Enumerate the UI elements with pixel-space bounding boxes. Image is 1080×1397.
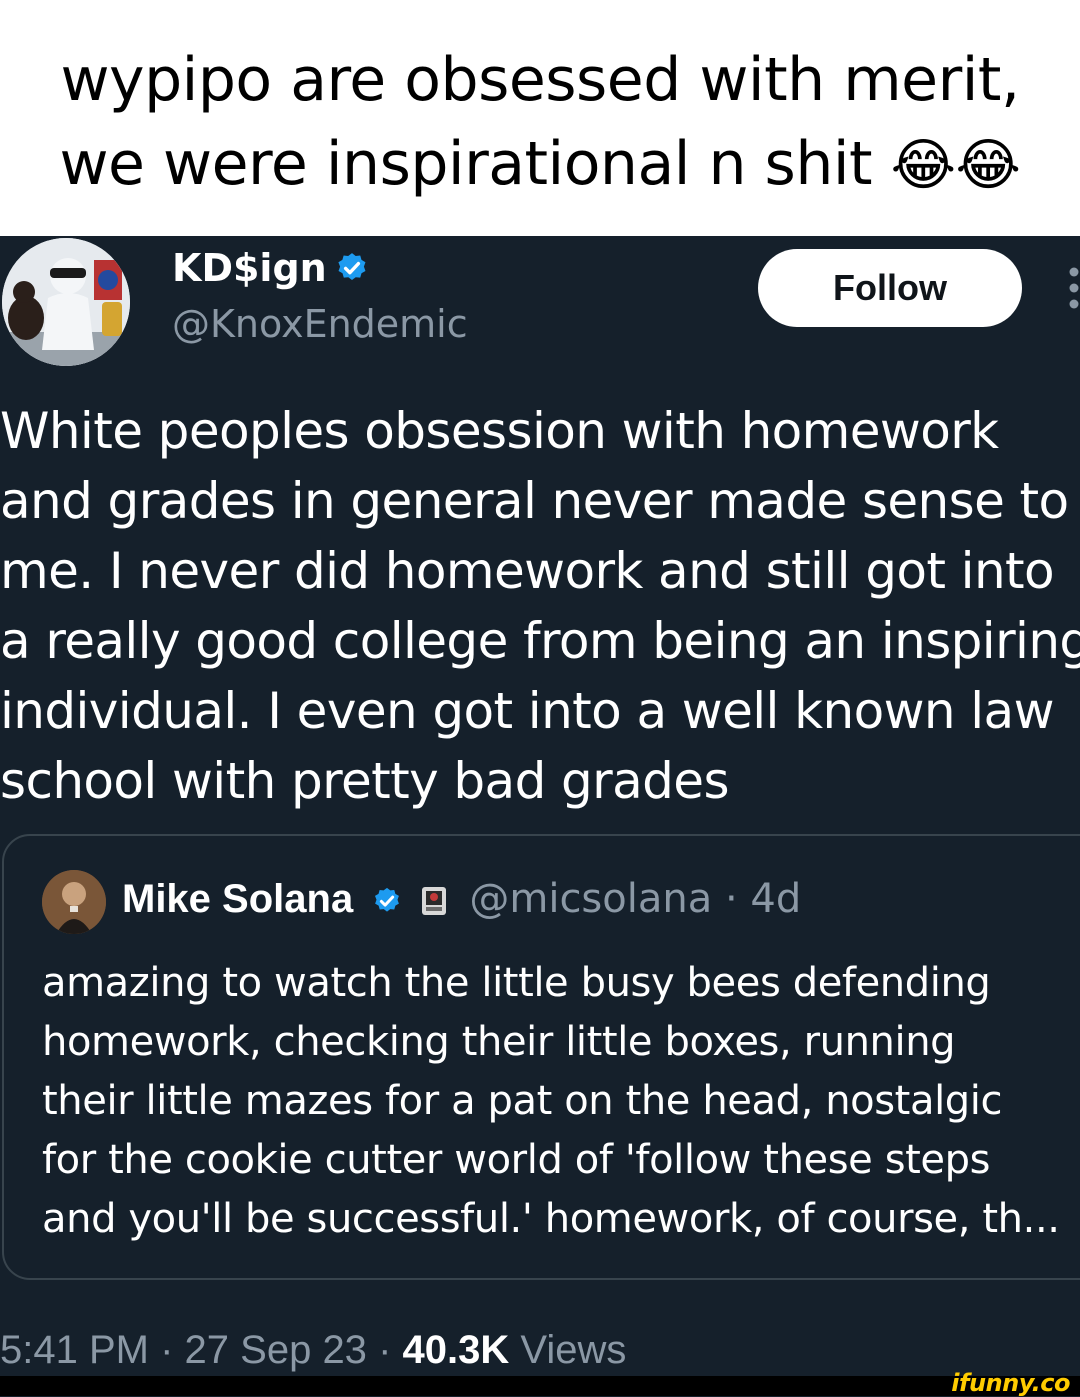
caption-line-2: we were inspirational n shit 😂😂 (0, 122, 1080, 208)
quoted-timestamp[interactable]: 4d (750, 876, 801, 922)
tweet-meta: 5:41 PM · 27 Sep 23 · 40.3K Views (0, 1328, 626, 1373)
watermark-strip (0, 1376, 1080, 1396)
laughing-emoji: 😂😂 (890, 133, 1021, 198)
quoted-header: Mike Solana @micsolana · 4d (122, 876, 801, 922)
quoted-text-line: amazing to watch the little busy bees de… (42, 960, 991, 1006)
quoted-separator: · (724, 876, 738, 922)
more-options-icon[interactable] (1066, 266, 1080, 310)
tweet-card: KD$ign @KnoxEndemic Follow White peoples… (0, 236, 1080, 1376)
quoted-display-name[interactable]: Mike Solana (122, 877, 353, 921)
tweet-text-line: a really good college from being an insp… (0, 612, 1080, 670)
affiliate-badge-icon (421, 887, 446, 915)
tweet-text-line: and grades in general never made sense t… (0, 472, 1069, 530)
tweet-date[interactable]: 27 Sep 23 (185, 1328, 367, 1372)
display-name-text: KD$ign (172, 246, 327, 290)
caption-line-1: wypipo are obsessed with merit, (60, 45, 1020, 115)
avatar[interactable] (2, 238, 130, 366)
tweet-text: White peoples obsession with homework an… (0, 396, 1080, 816)
tweet-text-line: school with pretty bad grades (0, 752, 730, 810)
quoted-text-line: for the cookie cutter world of 'follow t… (42, 1137, 991, 1183)
quoted-text-line: homework, checking their little boxes, r… (42, 1019, 956, 1065)
quoted-avatar-image (42, 870, 106, 934)
user-handle[interactable]: @KnoxEndemic (172, 302, 468, 346)
display-name[interactable]: KD$ign (172, 246, 369, 290)
tweet-text-line: individual. I even got into a well known… (0, 682, 1054, 740)
verified-badge-icon (338, 253, 366, 281)
quoted-text: amazing to watch the little busy bees de… (42, 954, 1080, 1249)
quoted-text-line: their little mazes for a pat on the head… (42, 1078, 1003, 1124)
caption-line-2-text: we were inspirational n shit (59, 129, 873, 199)
tweet-time[interactable]: 5:41 PM (0, 1328, 149, 1372)
meta-separator: · (378, 1328, 392, 1372)
follow-button[interactable]: Follow (758, 249, 1022, 327)
quoted-handle[interactable]: @micsolana (469, 876, 712, 922)
meme-caption: wypipo are obsessed with merit, we were … (0, 0, 1080, 236)
avatar-image (2, 238, 130, 366)
tweet-text-line: me. I never did homework and still got i… (0, 542, 1055, 600)
meta-separator: · (160, 1328, 174, 1372)
quoted-tweet[interactable]: Mike Solana @micsolana · 4d amazing to w… (2, 834, 1080, 1280)
quoted-text-line: and you'll be successful.' homework, of … (42, 1196, 1060, 1242)
verified-badge-icon (374, 887, 399, 912)
views-label: Views (520, 1328, 627, 1372)
quoted-avatar[interactable] (42, 870, 106, 934)
tweet-text-line: White peoples obsession with homework (0, 402, 999, 460)
views-count[interactable]: 40.3K (403, 1328, 510, 1372)
ifunny-watermark: ifunny.co (951, 1369, 1070, 1397)
